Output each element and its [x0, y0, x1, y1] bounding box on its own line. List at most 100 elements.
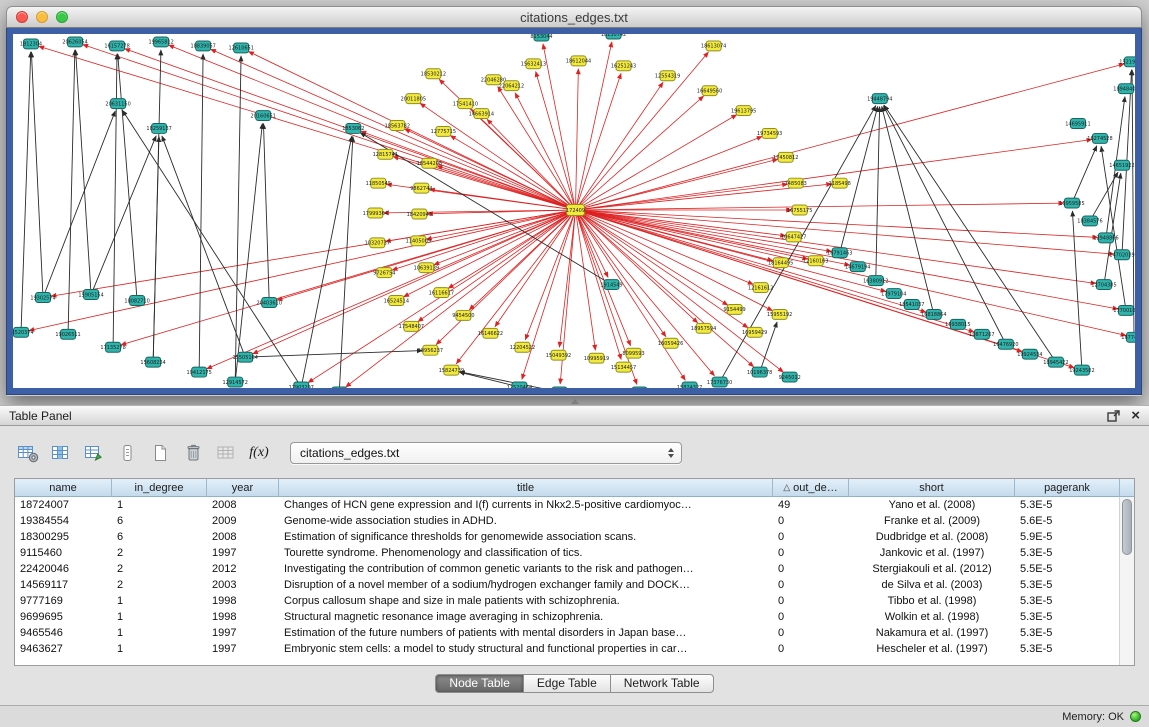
graph-node[interactable]: 18530212: [421, 69, 446, 79]
graph-node[interactable]: 15219994: [1119, 57, 1135, 67]
graph-node[interactable]: 7485083: [785, 178, 807, 188]
scrollbar-thumb[interactable]: [1122, 499, 1132, 555]
graph-node[interactable]: 18957594: [691, 323, 716, 333]
panel-splitter[interactable]: [0, 397, 1149, 405]
graph-node[interactable]: 15824327: [677, 382, 702, 388]
graph-node[interactable]: 12204522: [510, 342, 535, 352]
graph-node[interactable]: 17376730: [707, 377, 732, 387]
table-row[interactable]: 1938455462009Genome-wide association stu…: [15, 513, 1134, 529]
graph-node[interactable]: 20626054: [62, 37, 87, 47]
graph-node[interactable]: 18956237: [418, 345, 443, 355]
graph-node[interactable]: 9154499: [724, 304, 746, 314]
graph-node[interactable]: 16649560: [697, 86, 722, 96]
graph-node[interactable]: 16524514: [384, 296, 409, 306]
graph-node[interactable]: 12520464: [507, 382, 532, 388]
graph-node[interactable]: 14651922: [1109, 160, 1134, 170]
graph-node[interactable]: 16146622: [478, 328, 503, 338]
graph-node[interactable]: 18055563: [327, 387, 352, 388]
graph-node[interactable]: 19243502: [1069, 365, 1094, 375]
network-canvas[interactable]: 1812304206260541615727819965812188390571…: [13, 34, 1135, 388]
graph-node[interactable]: 10871267: [969, 329, 994, 339]
graph-node[interactable]: 16818864: [921, 309, 946, 319]
graph-node[interactable]: 10995919: [584, 353, 609, 363]
graph-node[interactable]: 18082710: [124, 296, 149, 306]
column-header-name[interactable]: name: [15, 479, 112, 497]
table-row[interactable]: 946554611997Estimation of the future num…: [15, 625, 1134, 641]
graph-node[interactable]: 9454500: [452, 310, 474, 320]
column-header-short[interactable]: short: [849, 479, 1015, 497]
graph-node[interactable]: 16791463: [827, 248, 852, 258]
graph-node[interactable]: 18130742: [601, 34, 626, 39]
graph-node[interactable]: 8099593: [622, 348, 644, 358]
graph-node[interactable]: 17541410: [453, 99, 478, 109]
graph-node[interactable]: 17135278: [100, 342, 125, 352]
column-header-title[interactable]: title: [279, 479, 773, 497]
graph-node[interactable]: 19924029: [547, 387, 572, 388]
table-source-select[interactable]: citations_edges.txt: [290, 442, 682, 464]
graph-node[interactable]: 19026511: [55, 329, 80, 339]
graph-node[interactable]: 16380912: [863, 276, 888, 286]
graph-node[interactable]: 10196378: [747, 367, 772, 377]
graph-node[interactable]: 16774845: [1121, 332, 1135, 342]
graph-node[interactable]: 16157278: [104, 41, 129, 51]
float-panel-icon[interactable]: [1107, 410, 1120, 422]
graph-node[interactable]: 16476920: [993, 339, 1018, 349]
graph-node[interactable]: 11850545: [366, 178, 391, 188]
graph-node[interactable]: 1185498: [829, 178, 851, 188]
graph-node[interactable]: 16959429: [742, 327, 767, 337]
graph-node[interactable]: 12704385: [1091, 280, 1116, 290]
column-header-year[interactable]: year: [207, 479, 279, 497]
graph-node[interactable]: 15134457: [611, 362, 636, 372]
graph-node[interactable]: 18420943: [407, 209, 432, 219]
tab-network-table[interactable]: Network Table: [611, 674, 714, 693]
close-panel-icon[interactable]: ×: [1131, 408, 1140, 423]
graph-node[interactable]: 12160163: [803, 256, 828, 266]
graph-node[interactable]: 1812304: [20, 39, 42, 49]
zoom-window-button[interactable]: [56, 11, 68, 23]
table-row[interactable]: 911546021997Tourette syndrome. Phenomeno…: [15, 545, 1134, 561]
graph-node[interactable]: 19613795: [731, 106, 756, 116]
graph-node[interactable]: 18541037: [899, 300, 924, 310]
table-row[interactable]: 1830029562008Estimation of significance …: [15, 529, 1134, 545]
network-graph-svg[interactable]: 1812304206260541615727819965812188390571…: [13, 34, 1135, 388]
table-scrollbar[interactable]: [1119, 497, 1134, 665]
graph-node[interactable]: 17548407: [399, 321, 424, 331]
graph-node[interactable]: 15938015: [945, 319, 970, 329]
column-header-in_degree[interactable]: in_degree: [112, 479, 207, 497]
graph-node[interactable]: 17979104: [881, 289, 906, 299]
graph-node[interactable]: 16116617: [429, 288, 454, 298]
table-row[interactable]: 969969511998Structural magnetic resonanc…: [15, 609, 1134, 625]
tab-edge-table[interactable]: Edge Table: [524, 674, 611, 693]
graph-node[interactable]: 16274528: [1087, 133, 1112, 143]
column-header-pagerank[interactable]: pagerank: [1015, 479, 1120, 497]
graph-node[interactable]: 17450812: [773, 152, 798, 162]
graph-node[interactable]: 19965812: [148, 37, 173, 47]
graph-node[interactable]: 18259137: [146, 123, 171, 133]
delete-column-button[interactable]: [179, 440, 207, 467]
graph-node[interactable]: 14695911: [1065, 119, 1090, 129]
graph-node[interactable]: 10320737: [365, 238, 390, 248]
graph-node[interactable]: 1914549: [600, 280, 622, 290]
create-column-button[interactable]: [146, 440, 174, 467]
graph-node[interactable]: 15959585: [1059, 198, 1084, 208]
graph-node[interactable]: 17903297: [289, 382, 314, 388]
minimize-window-button[interactable]: [36, 11, 48, 23]
table-row[interactable]: 946362711997Embryonic stem cells: a mode…: [15, 641, 1134, 657]
graph-node[interactable]: 15955192: [767, 309, 792, 319]
table-row[interactable]: 2242004622012Investigating the contribut…: [15, 561, 1134, 577]
graph-node[interactable]: 20403610: [257, 298, 282, 308]
tab-node-table[interactable]: Node Table: [435, 674, 524, 693]
graph-node[interactable]: 16059426: [658, 338, 683, 348]
table-row[interactable]: 977716911998Corpus callosum shape and si…: [15, 593, 1134, 609]
graph-node[interactable]: 17700105: [1113, 305, 1135, 315]
graph-node[interactable]: 18612044: [566, 56, 591, 66]
graph-node[interactable]: 19448794: [867, 94, 892, 104]
graph-node[interactable]: 172409: [566, 205, 585, 216]
graph-node[interactable]: 12775715: [431, 126, 456, 136]
edit-columns-button[interactable]: [80, 440, 108, 467]
graph-node[interactable]: 20631150: [105, 99, 130, 109]
graph-node[interactable]: 16251243: [611, 61, 636, 71]
table-row[interactable]: 1456911722003Disruption of a novel membe…: [15, 577, 1134, 593]
graph-node[interactable]: 15505164: [233, 352, 258, 362]
graph-node[interactable]: 18164495: [768, 258, 793, 268]
